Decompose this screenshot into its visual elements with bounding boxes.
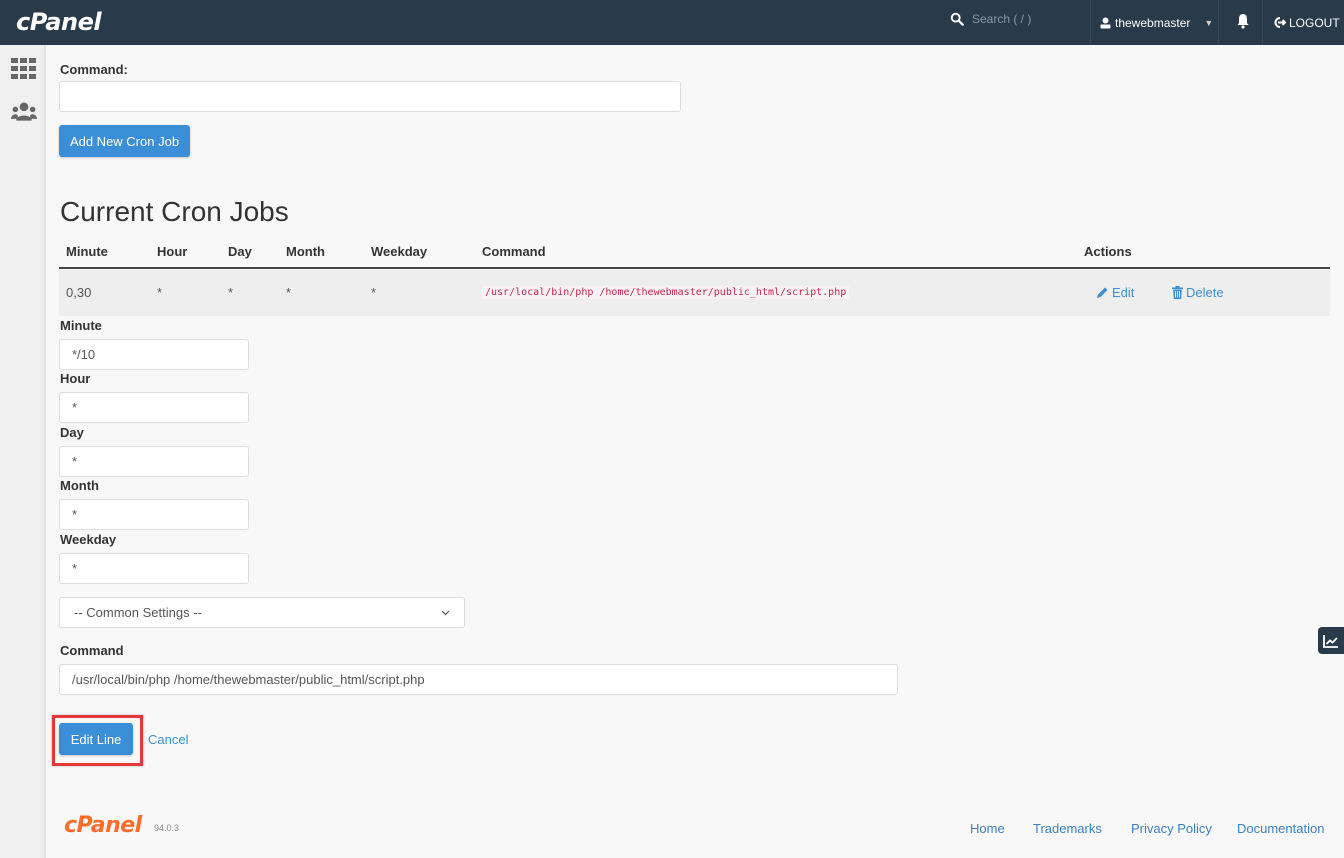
footer-cpanel-logo: cPanel bbox=[64, 813, 142, 838]
cell-command: /usr/local/bin/php /home/thewebmaster/pu… bbox=[482, 286, 850, 299]
column-header-hour: Hour bbox=[157, 244, 188, 259]
search-placeholder: Search ( / ) bbox=[972, 12, 1032, 26]
add-command-label: Command: bbox=[60, 62, 128, 77]
bell-icon[interactable] bbox=[1236, 13, 1250, 29]
chart-line-icon bbox=[1323, 634, 1338, 648]
add-command-input[interactable] bbox=[59, 81, 681, 112]
hour-input[interactable]: * bbox=[59, 392, 249, 423]
day-label: Day bbox=[60, 425, 84, 440]
divider bbox=[1262, 0, 1263, 45]
grid-icon[interactable] bbox=[11, 57, 37, 81]
search-icon bbox=[950, 12, 964, 26]
hour-label: Hour bbox=[60, 371, 91, 386]
divider bbox=[1090, 0, 1091, 45]
day-input[interactable]: * bbox=[59, 446, 249, 477]
footer-link-home[interactable]: Home bbox=[970, 821, 1005, 836]
cell-minute: 0,30 bbox=[66, 285, 92, 300]
cell-weekday: * bbox=[371, 285, 377, 300]
minute-label: Minute bbox=[60, 318, 102, 333]
footer-link-trademarks[interactable]: Trademarks bbox=[1033, 821, 1102, 836]
delete-link[interactable]: Delete bbox=[1172, 285, 1224, 300]
footer-link-documentation[interactable]: Documentation bbox=[1237, 821, 1324, 836]
month-label: Month bbox=[60, 478, 99, 493]
top-navbar: cPanel Search ( / ) thewebmaster ▼ LOGOU… bbox=[0, 0, 1344, 45]
username: thewebmaster bbox=[1115, 15, 1191, 30]
chevron-down-icon: ▼ bbox=[1204, 17, 1214, 28]
cell-hour: * bbox=[157, 285, 163, 300]
minute-input[interactable]: */10 bbox=[59, 339, 249, 370]
edit-label: Edit bbox=[1112, 285, 1135, 300]
table-header-divider bbox=[59, 267, 1330, 269]
version-number: 94.0.3 bbox=[154, 823, 180, 833]
month-input[interactable]: * bbox=[59, 499, 249, 530]
cancel-link[interactable]: Cancel bbox=[148, 732, 188, 747]
add-new-cron-job-button[interactable]: Add New Cron Job bbox=[59, 125, 190, 157]
column-header-month: Month bbox=[286, 244, 325, 259]
logout-icon bbox=[1274, 17, 1286, 28]
column-header-command: Command bbox=[482, 244, 546, 259]
trash-icon bbox=[1172, 286, 1183, 299]
sidebar bbox=[0, 45, 46, 858]
user-icon bbox=[1100, 17, 1111, 28]
column-header-minute: Minute bbox=[66, 244, 108, 259]
weekday-input[interactable]: * bbox=[59, 553, 249, 584]
search-box[interactable]: Search ( / ) bbox=[950, 12, 1031, 26]
users-icon[interactable] bbox=[11, 100, 37, 124]
divider bbox=[1218, 0, 1219, 45]
edit-link[interactable]: Edit bbox=[1096, 285, 1134, 300]
column-header-weekday: Weekday bbox=[371, 244, 428, 259]
common-settings-select[interactable]: -- Common Settings -- bbox=[59, 597, 465, 628]
weekday-label: Weekday bbox=[60, 532, 117, 547]
cell-day: * bbox=[228, 285, 234, 300]
command-label: Command bbox=[60, 643, 124, 658]
common-settings-value: -- Common Settings -- bbox=[74, 605, 202, 620]
column-header-actions: Actions bbox=[1084, 244, 1132, 259]
footer-link-privacy-policy[interactable]: Privacy Policy bbox=[1131, 821, 1212, 836]
command-input[interactable]: /usr/local/bin/php /home/thewebmaster/pu… bbox=[59, 664, 898, 695]
user-menu[interactable]: thewebmaster ▼ bbox=[1100, 0, 1213, 45]
edit-line-button[interactable]: Edit Line bbox=[59, 723, 133, 755]
column-header-day: Day bbox=[228, 244, 252, 259]
current-cron-jobs-heading: Current Cron Jobs bbox=[60, 196, 289, 227]
cell-month: * bbox=[286, 285, 292, 300]
stats-toggle-button[interactable] bbox=[1318, 627, 1344, 654]
cpanel-logo[interactable]: cPanel bbox=[16, 8, 102, 36]
pencil-icon bbox=[1097, 287, 1108, 298]
logout-label: LOGOUT bbox=[1289, 15, 1340, 30]
delete-label: Delete bbox=[1186, 285, 1224, 300]
chevron-down-icon bbox=[441, 610, 450, 615]
logout-button[interactable]: LOGOUT bbox=[1274, 0, 1340, 45]
